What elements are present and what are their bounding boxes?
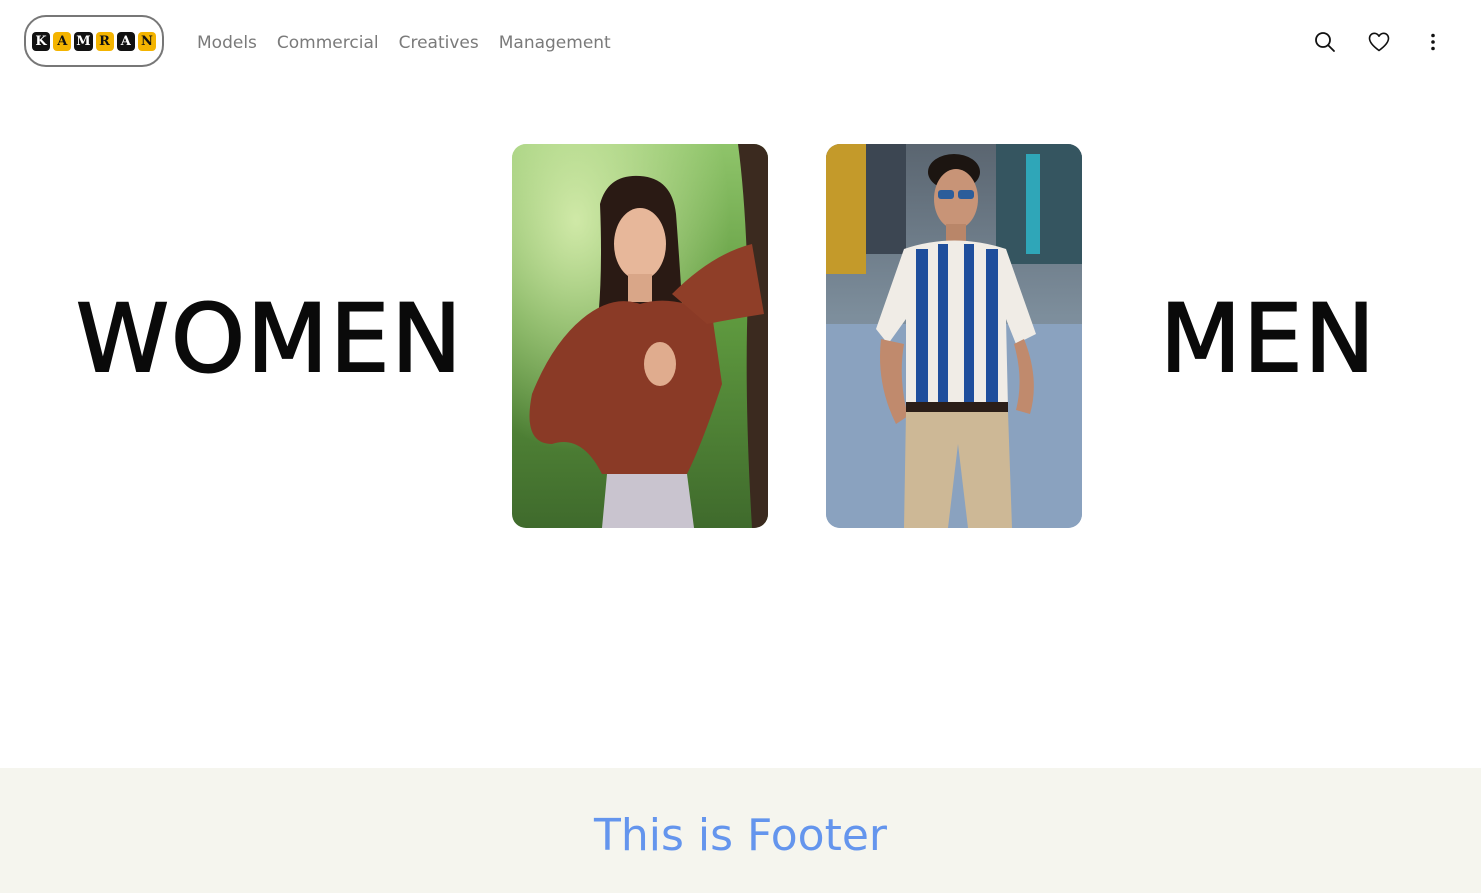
nav-link-commercial[interactable]: Commercial <box>277 31 379 55</box>
men-photo[interactable] <box>826 144 1082 528</box>
logo-letter: N <box>137 31 157 51</box>
footer-text: This is Footer <box>593 810 888 861</box>
logo-letter: K <box>31 31 51 51</box>
women-heading[interactable]: WOMEN <box>75 292 464 388</box>
search-icon[interactable] <box>1313 30 1337 54</box>
footer: This is Footer <box>0 768 1481 893</box>
men-heading[interactable]: MEN <box>1159 292 1377 388</box>
nav-link-models[interactable]: Models <box>197 31 257 55</box>
main-nav: Models Commercial Creatives Management <box>197 31 611 55</box>
nav-link-creatives[interactable]: Creatives <box>399 31 479 55</box>
logo-letter: A <box>116 31 135 51</box>
logo-letter: A <box>53 31 72 51</box>
brand-logo[interactable]: K A M R A N <box>24 15 164 67</box>
heart-icon[interactable] <box>1367 30 1391 54</box>
women-photo[interactable] <box>512 144 768 528</box>
page: K A M R A N Models Commercial Creatives … <box>0 0 1481 893</box>
more-vertical-icon[interactable] <box>1421 30 1445 54</box>
logo-letter: M <box>74 31 93 51</box>
nav-link-management[interactable]: Management <box>499 31 611 55</box>
top-navbar: K A M R A N Models Commercial Creatives … <box>0 0 1481 88</box>
logo-letter: R <box>95 31 114 51</box>
